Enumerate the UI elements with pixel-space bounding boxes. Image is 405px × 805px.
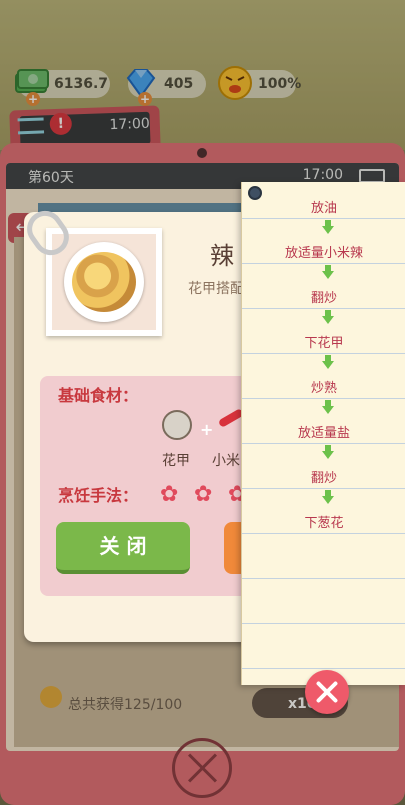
basic-ingredients-label: 基础食材： bbox=[58, 386, 139, 405]
step-6: 放适量盐 bbox=[297, 426, 350, 441]
dish-description: 花甲搭配 bbox=[188, 281, 244, 297]
ingredient-1: 花甲 bbox=[162, 453, 190, 469]
cooking-method-label: 烹饪手法： bbox=[58, 486, 139, 505]
recipe-card: 辣 花甲搭配 基础食材： 烹饪手法： 关 闭 bbox=[20, 203, 256, 642]
down-arrow-icon bbox=[322, 445, 334, 459]
plate-image bbox=[64, 242, 144, 322]
step-1: 放油 bbox=[310, 201, 337, 216]
flower-icon: ✿ bbox=[194, 482, 213, 507]
step-3: 翻炒 bbox=[310, 291, 337, 306]
clam-icon bbox=[162, 410, 192, 440]
flower-icon: ✿ bbox=[160, 482, 179, 507]
down-arrow-icon bbox=[322, 310, 334, 324]
dish-title: 辣 bbox=[210, 242, 234, 270]
down-arrow-icon bbox=[322, 265, 334, 279]
step-7: 翻炒 bbox=[310, 471, 337, 486]
down-arrow-icon bbox=[322, 490, 334, 504]
close-x-icon[interactable] bbox=[305, 670, 349, 714]
pin-icon bbox=[248, 186, 262, 200]
step-2: 放适量小米辣 bbox=[284, 246, 363, 261]
down-arrow-icon bbox=[322, 355, 334, 369]
plus-icon: + bbox=[200, 420, 214, 439]
step-5: 炒熟 bbox=[310, 381, 337, 396]
step-8: 下葱花 bbox=[304, 516, 344, 531]
ingredient-2: 小米 bbox=[212, 453, 240, 469]
cooking-steps-panel: 放油 放适量小米辣 翻炒 下花甲 炒熟 放适量盐 翻炒 下葱花 bbox=[241, 182, 405, 685]
step-4: 下花甲 bbox=[304, 336, 344, 351]
close-button[interactable]: 关 闭 bbox=[56, 522, 190, 574]
down-arrow-icon bbox=[322, 220, 334, 234]
down-arrow-icon bbox=[322, 400, 334, 414]
